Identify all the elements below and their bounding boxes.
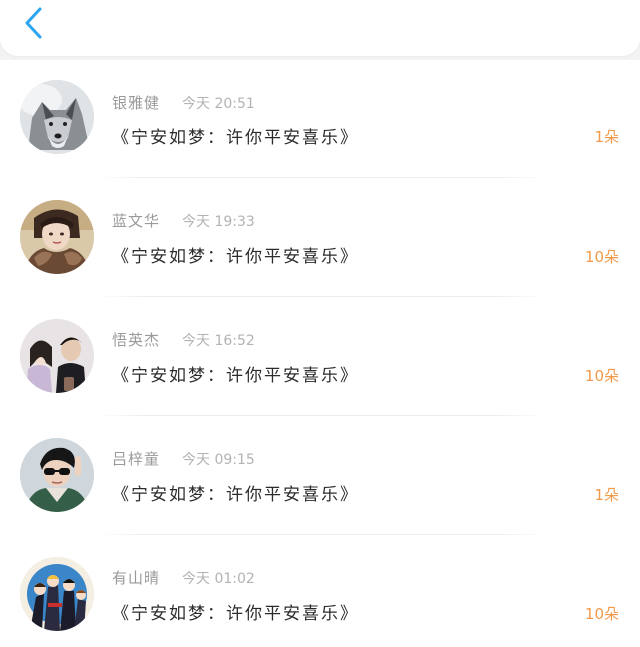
gift-count: 10朵 — [584, 605, 619, 623]
book-title: 《宁安如梦：许你平安喜乐》 — [112, 485, 359, 505]
gift-row[interactable]: 悟英杰 今天 16:52 《宁安如梦：许你平安喜乐》 10朵 — [0, 298, 640, 417]
gift-row[interactable]: 蓝文华 今天 19:33 《宁安如梦：许你平安喜乐》 10朵 — [0, 179, 640, 298]
gift-row[interactable]: 有山晴 今天 01:02 《宁安如梦：许你平安喜乐》 10朵 — [0, 536, 640, 647]
anime-group-avatar[interactable] — [20, 557, 94, 631]
wolf-avatar[interactable] — [20, 80, 94, 154]
send-time: 今天 19:33 — [182, 214, 255, 230]
send-time: 今天 20:51 — [182, 96, 255, 112]
book-title: 《宁安如梦：许你平安喜乐》 — [112, 366, 359, 386]
top-bar — [0, 0, 640, 56]
woman-fur-coat-avatar[interactable] — [20, 200, 94, 274]
gift-count: 1朵 — [594, 486, 619, 504]
sender-name: 吕梓童 — [112, 450, 161, 468]
row-divider — [96, 415, 546, 416]
row-divider — [96, 177, 546, 178]
send-time: 今天 09:15 — [182, 452, 255, 468]
gift-row[interactable]: 吕梓童 今天 09:15 《宁安如梦：许你平安喜乐》 1朵 — [0, 417, 640, 536]
book-title: 《宁安如梦：许你平安喜乐》 — [112, 604, 359, 624]
chevron-left-icon[interactable] — [18, 4, 52, 42]
row-divider — [96, 534, 546, 535]
sender-name: 银雅健 — [112, 94, 161, 112]
book-title: 《宁安如梦：许你平安喜乐》 — [112, 247, 359, 267]
sender-name: 有山晴 — [112, 569, 161, 587]
row-divider — [96, 296, 546, 297]
man-sunglasses-avatar[interactable] — [20, 438, 94, 512]
gift-row[interactable]: 银雅健 今天 20:51 《宁安如梦：许你平安喜乐》 1朵 — [0, 60, 640, 179]
gift-list-page: 银雅健 今天 20:51 《宁安如梦：许你平安喜乐》 1朵 蓝文华 今天 19:… — [0, 0, 640, 647]
gift-count: 1朵 — [594, 128, 619, 146]
sender-name: 蓝文华 — [112, 212, 161, 230]
book-title: 《宁安如梦：许你平安喜乐》 — [112, 128, 359, 148]
sender-name: 悟英杰 — [112, 331, 161, 349]
gift-record-list: 银雅健 今天 20:51 《宁安如梦：许你平安喜乐》 1朵 蓝文华 今天 19:… — [0, 60, 640, 647]
couple-selfie-avatar[interactable] — [20, 319, 94, 393]
send-time: 今天 16:52 — [182, 333, 255, 349]
send-time: 今天 01:02 — [182, 571, 255, 587]
gift-count: 10朵 — [584, 367, 619, 385]
gift-count: 10朵 — [584, 248, 619, 266]
